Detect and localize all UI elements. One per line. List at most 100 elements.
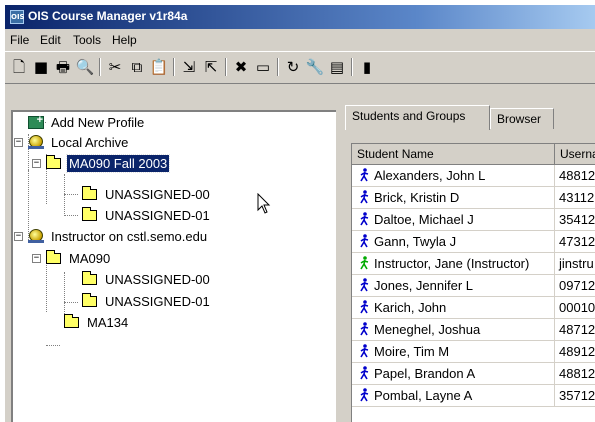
column-header-student-name[interactable]: Student Name	[352, 144, 555, 165]
tree-item[interactable]: Instructor on cstl.semo.edu	[27, 226, 209, 246]
window-title: OIS Course Manager v1r84a	[28, 9, 188, 23]
export-icon[interactable]: ⇱	[201, 57, 221, 77]
student-name: Instructor, Jane (Instructor)	[374, 256, 530, 271]
student-icon	[358, 189, 370, 206]
tab-browser[interactable]: Browser	[490, 108, 554, 129]
student-name: Moire, Tim M	[374, 344, 450, 359]
tree-collapse-icon[interactable]: −	[14, 138, 23, 147]
tree-item[interactable]: MA090	[45, 248, 112, 268]
cut-icon[interactable]: ✂	[105, 57, 125, 77]
student-name: Karich, John	[374, 300, 447, 315]
tree-item-label: MA090 Fall 2003	[65, 153, 171, 173]
student-name: Papel, Brandon A	[374, 366, 476, 381]
database-icon[interactable]: ▤	[327, 57, 347, 77]
tools-icon[interactable]: 🔧	[305, 57, 325, 77]
username-cell: 48712	[555, 319, 595, 341]
tree-collapse-icon[interactable]: −	[32, 159, 41, 168]
table-row[interactable]: Pombal, Layne A 35712	[352, 385, 595, 407]
toolbar-separator	[99, 58, 101, 76]
student-name: Brick, Kristin D	[374, 190, 460, 205]
menu-bar: File Edit Tools Help	[5, 29, 595, 51]
tree-item[interactable]: Add New Profile	[27, 112, 146, 132]
column-header-username[interactable]: Userna	[555, 144, 595, 165]
globe-icon	[27, 229, 45, 243]
tree-item[interactable]: UNASSIGNED-00	[81, 269, 212, 289]
tree-collapse-icon[interactable]: −	[14, 232, 23, 241]
delete-icon[interactable]: ✖	[231, 57, 251, 77]
instructor-icon	[358, 255, 370, 272]
table-row[interactable]: Gann, Twyla J 47312	[352, 231, 595, 253]
add-profile-icon	[27, 114, 45, 129]
tree-connector	[64, 194, 78, 195]
table-row[interactable]: Alexanders, John L 48812	[352, 165, 595, 187]
new-document-icon[interactable]: 🗋	[9, 57, 29, 77]
student-name-cell: Gann, Twyla J	[352, 231, 555, 253]
student-icon	[358, 277, 370, 294]
menu-file[interactable]: File	[10, 33, 29, 47]
menu-tools[interactable]: Tools	[73, 33, 101, 47]
table-row[interactable]: Jones, Jennifer L 09712	[352, 275, 595, 297]
folder-icon	[81, 271, 99, 286]
student-icon	[358, 167, 370, 184]
menu-help[interactable]: Help	[112, 33, 137, 47]
tree-connector	[64, 302, 78, 303]
tree-item-label: MA134	[87, 314, 129, 330]
student-name: Jones, Jennifer L	[374, 278, 474, 293]
tree-item[interactable]: MA134	[63, 312, 130, 332]
app-icon[interactable]: OIS	[10, 10, 25, 24]
username-cell: 48812	[555, 363, 595, 385]
table-row[interactable]: Meneghel, Joshua 48712	[352, 319, 595, 341]
exit-door-icon[interactable]: ▮	[357, 57, 377, 77]
table-row[interactable]: Papel, Brandon A 48812	[352, 363, 595, 385]
table-row[interactable]: Moire, Tim M 48912	[352, 341, 595, 363]
username-cell: 09712	[555, 275, 595, 297]
tree-item[interactable]: UNASSIGNED-01	[81, 205, 212, 225]
tree-item[interactable]: UNASSIGNED-01	[81, 291, 212, 311]
profile-tree[interactable]: Add New Profile − Local Archive − MA090 Fall…	[11, 110, 336, 422]
student-name: Pombal, Layne A	[374, 388, 473, 403]
tree-item[interactable]: MA090 Fall 2003	[45, 153, 171, 173]
tree-item-label: Instructor on cstl.semo.edu	[51, 228, 208, 244]
title-bar[interactable]: OIS OIS Course Manager v1r84a	[5, 5, 595, 29]
student-name-cell: Alexanders, John L	[352, 165, 555, 187]
table-row[interactable]: Karich, John 00010	[352, 297, 595, 319]
username-cell: 35712	[555, 385, 595, 407]
username-cell: 35412	[555, 209, 595, 231]
menu-edit[interactable]: Edit	[40, 33, 61, 47]
tree-item[interactable]: UNASSIGNED-00	[81, 184, 212, 204]
copy-icon[interactable]: ⧉	[127, 57, 147, 77]
stop-square-icon[interactable]: ■	[31, 57, 51, 77]
username-cell: jinstru	[555, 253, 595, 275]
tree-item-label: UNASSIGNED-00	[105, 271, 210, 287]
folder-icon	[81, 186, 99, 201]
tree-collapse-icon[interactable]: −	[32, 254, 41, 263]
properties-icon[interactable]: ▭	[253, 57, 273, 77]
print-preview-icon[interactable]: 🔍	[75, 57, 95, 77]
toolbar: 🗋 ■ 🖶 🔍 ✂ ⧉ 📋 ⇲ ⇱ ✖ ▭ ↻ 🔧 ▤ ▮	[5, 51, 595, 83]
student-name-cell: Daltoe, Michael J	[352, 209, 555, 231]
paste-icon[interactable]: 📋	[149, 57, 169, 77]
toolbar-separator	[225, 58, 227, 76]
tree-item-label: UNASSIGNED-01	[105, 207, 210, 223]
app-window: OIS OIS Course Manager v1r84a File Edit …	[5, 5, 595, 422]
student-name-cell: Moire, Tim M	[352, 341, 555, 363]
globe-icon	[27, 135, 45, 149]
tree-item-label: UNASSIGNED-00	[105, 186, 210, 202]
table-row[interactable]: Brick, Kristin D 43112	[352, 187, 595, 209]
print-icon[interactable]: 🖶	[53, 57, 73, 77]
table-row[interactable]: Instructor, Jane (Instructor) jinstru	[352, 253, 595, 275]
student-icon	[358, 343, 370, 360]
table-row[interactable]: Daltoe, Michael J 35412	[352, 209, 595, 231]
tab-strip: Students and Groups Browser	[345, 105, 595, 130]
tree-connector	[46, 345, 60, 346]
students-grid[interactable]: Student Name Userna Alexanders, John L 48…	[351, 143, 595, 422]
folder-icon	[81, 293, 99, 308]
tree-item-label: Add New Profile	[51, 114, 145, 130]
import-icon[interactable]: ⇲	[179, 57, 199, 77]
refresh-icon[interactable]: ↻	[283, 57, 303, 77]
tab-students-and-groups[interactable]: Students and Groups	[345, 105, 490, 130]
student-name-cell: Papel, Brandon A	[352, 363, 555, 385]
grid-header: Student Name Userna	[352, 144, 595, 165]
tree-item[interactable]: Local Archive	[27, 132, 130, 152]
student-icon	[358, 233, 370, 250]
